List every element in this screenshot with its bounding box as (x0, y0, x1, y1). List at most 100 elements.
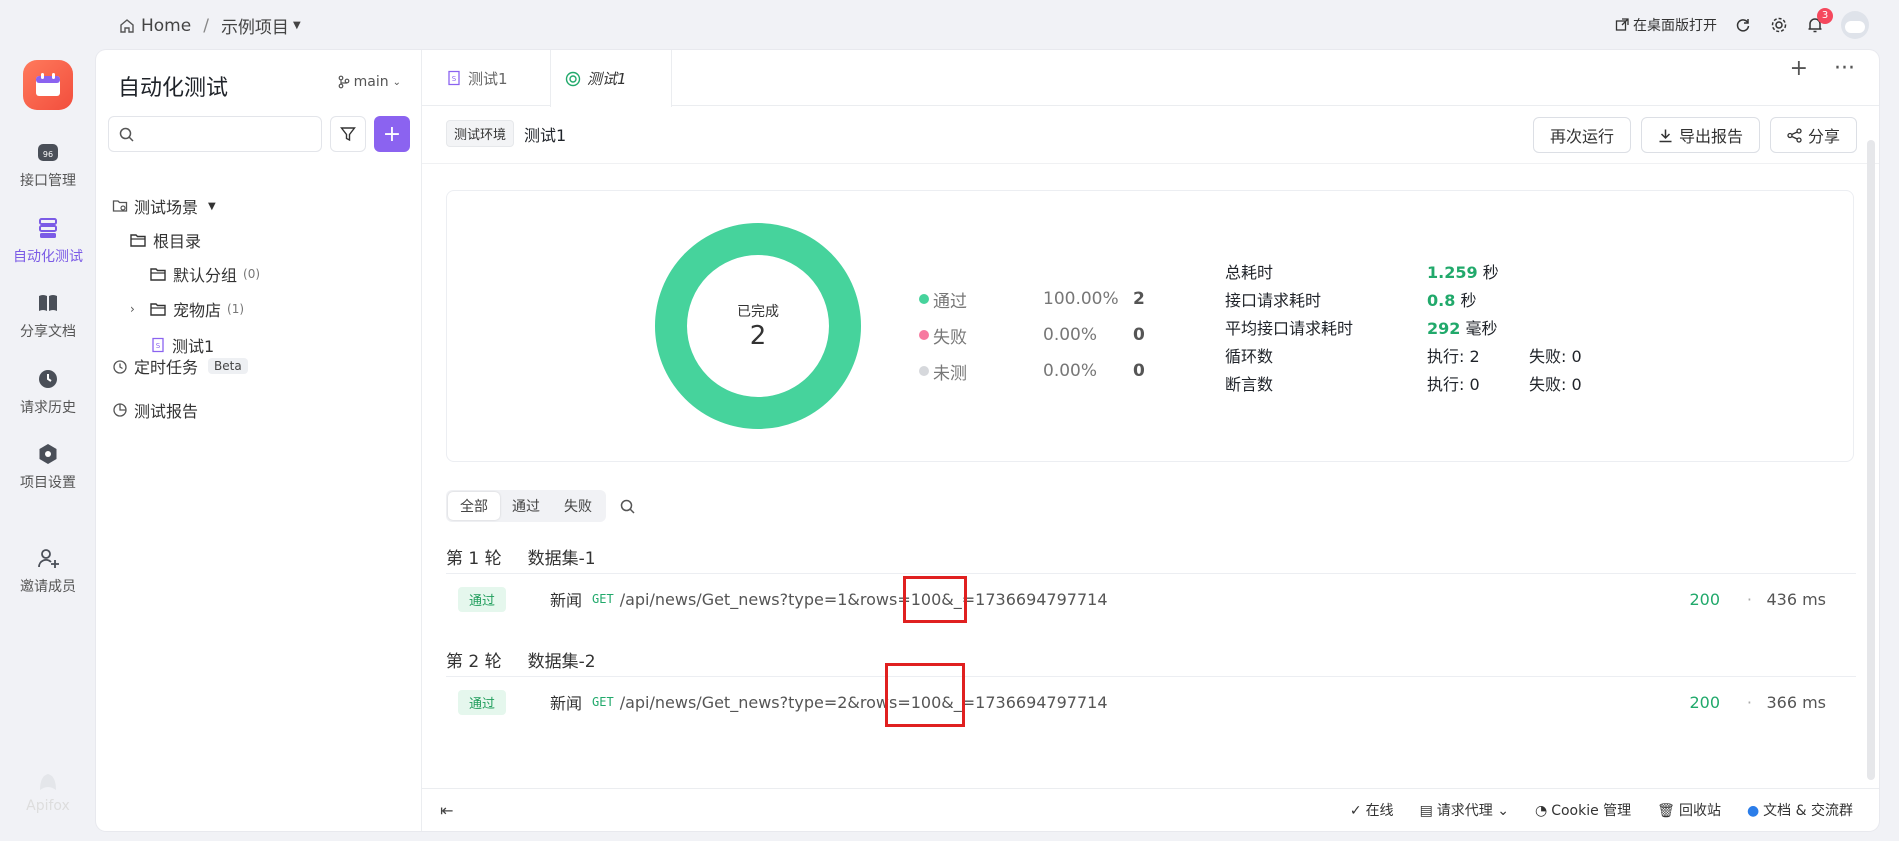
folder-open-icon (130, 233, 147, 248)
rail-item-history[interactable]: 请求历史 (0, 367, 96, 417)
result-legend: 通过 100.00% 2 失败 0.00% 0 未测 0.00% 0 (919, 281, 1145, 389)
rail-item-api[interactable]: 96 接口管理 (0, 140, 96, 190)
legend-pct: 100.00% (1043, 289, 1119, 309)
docs-community[interactable]: ● 文档 & 交流群 (1747, 800, 1853, 820)
online-label: 在线 (1365, 803, 1394, 819)
search-icon[interactable] (620, 499, 635, 514)
tree-pet-store[interactable]: › 宠物店 (1) (130, 297, 244, 321)
rail-label-history: 请求历史 (20, 400, 76, 416)
legend-row-pass: 通过 100.00% 2 (919, 281, 1145, 317)
tree-test-scenes[interactable]: 测试场景 ▼ (112, 194, 216, 218)
env-name: 测试1 (524, 125, 567, 145)
chevron-down-icon: ⌄ (392, 76, 401, 88)
request-row[interactable]: 通过 新闻 GET /api/news/Get_news?type=1&rows… (446, 582, 1856, 616)
hexagon-gear-icon (36, 442, 60, 466)
tree-root[interactable]: 根目录 (130, 228, 201, 252)
add-button[interactable]: + (374, 116, 410, 152)
chat-icon: ● (1746, 803, 1760, 819)
tab-bar: S 测试1 测试1 + ··· (422, 50, 1879, 107)
rail-item-settings[interactable]: 项目设置 (0, 442, 96, 492)
more-icon[interactable]: ··· (1834, 56, 1855, 81)
breadcrumb-separator: / (203, 15, 209, 36)
request-row[interactable]: 通过 新闻 GET /api/news/Get_news?type=2&rows… (446, 685, 1856, 719)
tab-test1-report[interactable]: 测试1 (550, 50, 672, 107)
export-label: 导出报告 (1678, 127, 1743, 146)
branch-selector[interactable]: main ⌄ (338, 74, 401, 90)
share-button[interactable]: 分享 (1769, 117, 1857, 153)
filter-all[interactable]: 全部 (448, 492, 500, 520)
stat-value: 1.259 (1427, 263, 1478, 282)
round-label: 第 1 轮 (446, 549, 502, 569)
tree-scheduled-tasks[interactable]: 定时任务 Beta (112, 354, 248, 378)
rail-item-docs[interactable]: 分享文档 (0, 291, 96, 341)
search-box[interactable] (108, 116, 322, 152)
collapse-sidebar-icon[interactable]: ⇤ (440, 801, 453, 820)
recycle-bin[interactable]: 🗑 回收站 (1657, 800, 1721, 820)
rerun-button[interactable]: 再次运行 (1532, 117, 1631, 153)
round-header: 第 1 轮 数据集-1 (446, 544, 596, 569)
env-tag[interactable]: 测试环境 (446, 120, 515, 147)
caret-down-icon[interactable]: ▼ (293, 20, 301, 31)
folder-icon (150, 302, 167, 317)
refresh-icon[interactable] (1733, 15, 1753, 35)
sidebar-title: 自动化测试 (118, 76, 229, 101)
svg-text:96: 96 (43, 150, 53, 159)
status-badge: 通过 (458, 689, 506, 715)
chevron-down-icon: ⌄ (1497, 803, 1509, 819)
export-report-button[interactable]: 导出报告 (1640, 117, 1760, 153)
breadcrumb-home[interactable]: Home (141, 16, 191, 36)
proxy-selector[interactable]: ▤ 请求代理 ⌄ (1420, 800, 1509, 820)
rail-label-docs: 分享文档 (20, 324, 76, 340)
tree-label-pet-store: 宠物店 (173, 301, 222, 320)
search-icon (119, 127, 134, 142)
bottom-bar: ⇤ ✓ 在线 ▤ 请求代理 ⌄ ◔ Cookie 管理 🗑 回收站 ● 文档 & 交流群 (422, 788, 1879, 831)
test-case-icon: S (150, 337, 166, 353)
tree-test-reports[interactable]: 测试报告 (112, 398, 198, 422)
breadcrumb-project[interactable]: 示例项目 (221, 13, 289, 38)
tab-test1-scene[interactable]: S 测试1 (432, 50, 522, 106)
open-desktop-button[interactable]: 在桌面版打开 (1615, 15, 1717, 35)
filter-pass[interactable]: 通过 (500, 492, 552, 520)
gear-icon[interactable] (1769, 15, 1789, 35)
search-input[interactable] (140, 126, 310, 142)
docs-label: 文档 & 交流群 (1763, 803, 1853, 819)
home-icon[interactable] (119, 18, 135, 34)
app-logo[interactable] (23, 60, 73, 110)
donut-center: 已完成 2 (655, 223, 861, 429)
top-bar: Home / 示例项目 ▼ 在桌面版打开 3 (0, 0, 1899, 50)
scrollbar[interactable] (1867, 140, 1875, 780)
download-icon (1658, 128, 1673, 143)
tree-label-scheduled: 定时任务 (134, 358, 199, 377)
rail-item-invite[interactable]: 邀请成员 (0, 546, 96, 596)
svg-text:S: S (452, 75, 457, 83)
tree-default-group[interactable]: 默认分组 (0) (150, 262, 260, 286)
scene-folder-icon (112, 198, 128, 214)
tree-label-scenes: 测试场景 (134, 198, 199, 217)
rail-item-autotest[interactable]: 自动化测试 (0, 216, 96, 266)
tree-label-root: 根目录 (153, 232, 202, 251)
rail-label-autotest: 自动化测试 (13, 249, 83, 265)
highlight-box (885, 663, 965, 727)
dataset-label: 数据集-1 (527, 549, 596, 569)
chevron-right-icon[interactable]: › (130, 302, 144, 316)
cookie-manager[interactable]: ◔ Cookie 管理 (1535, 800, 1631, 820)
stat-unit: 秒 (1482, 263, 1499, 282)
alarm-clock-icon (112, 358, 128, 374)
open-desktop-label: 在桌面版打开 (1633, 18, 1717, 34)
beta-badge: Beta (208, 358, 248, 374)
http-method: GET (592, 592, 614, 606)
stat-label: 总耗时 (1225, 263, 1274, 282)
online-status[interactable]: ✓ 在线 (1350, 800, 1394, 820)
filter-button[interactable] (330, 116, 366, 152)
avatar[interactable] (1841, 11, 1869, 39)
status-badge: 通过 (458, 586, 506, 612)
filter-fail[interactable]: 失败 (552, 492, 604, 520)
stat-exec: 执行: 2 (1427, 347, 1480, 366)
share-label: 分享 (1807, 127, 1840, 146)
bell-icon[interactable]: 3 (1805, 8, 1833, 35)
plus-icon[interactable]: + (1790, 56, 1808, 81)
brand-name: Apifox (26, 798, 70, 814)
clock-icon (36, 367, 60, 391)
tree-count-pet: (1) (227, 302, 245, 316)
done-count: 2 (749, 321, 767, 351)
